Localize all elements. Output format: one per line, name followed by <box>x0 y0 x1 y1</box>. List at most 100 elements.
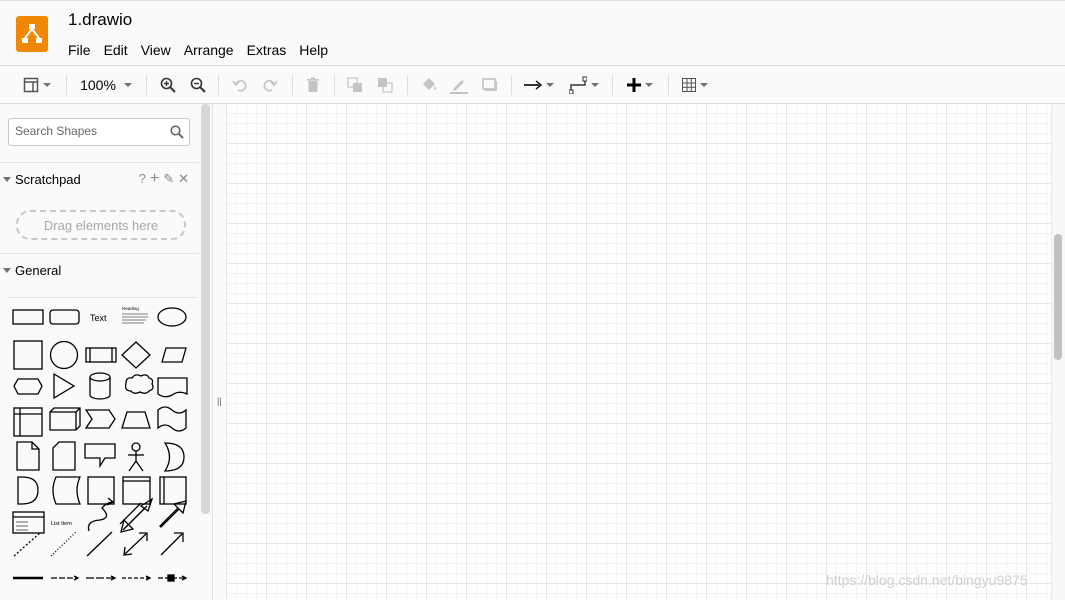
menu-file[interactable]: File <box>68 42 91 58</box>
to-back-button[interactable] <box>374 66 396 104</box>
shape-bidirectional-connector[interactable] <box>123 532 148 556</box>
shape-callout[interactable] <box>84 443 116 469</box>
chevron-down-icon <box>700 83 708 87</box>
shape-textbox[interactable]: Heading <box>122 306 148 324</box>
shape-or[interactable] <box>163 442 185 472</box>
diagram-canvas[interactable] <box>226 104 1051 600</box>
table-button[interactable] <box>677 66 713 104</box>
shape-link-arrow-3[interactable] <box>122 575 152 581</box>
zoom-in-icon <box>160 77 176 93</box>
shape-vertical-container[interactable] <box>159 476 187 505</box>
pencil-icon <box>450 80 468 94</box>
shape-text[interactable]: Text <box>90 313 107 323</box>
menu-edit[interactable]: Edit <box>104 42 128 58</box>
shapes-sidebar: Scratchpad ? + ✎ ✕ Drag elements here Ge… <box>0 104 212 600</box>
scratchpad-tools: ? + ✎ ✕ <box>139 171 189 187</box>
shape-parallelogram[interactable] <box>161 347 187 363</box>
splitter-grip-icon[interactable]: || <box>217 396 222 406</box>
redo-button[interactable] <box>259 66 281 104</box>
search-icon[interactable] <box>170 125 184 139</box>
shape-dotted-line[interactable] <box>50 531 77 557</box>
delete-button[interactable] <box>302 66 324 104</box>
shape-curve-arrow[interactable] <box>87 497 115 532</box>
shape-rectangle[interactable] <box>12 309 44 325</box>
chevron-down-icon <box>591 83 599 87</box>
waypoints-button[interactable] <box>566 66 602 104</box>
help-icon[interactable]: ? <box>139 172 146 186</box>
undo-button[interactable] <box>229 66 251 104</box>
expand-triangle-icon <box>3 177 11 182</box>
shape-rounded-rectangle[interactable] <box>49 309 80 325</box>
menu-help[interactable]: Help <box>299 42 328 58</box>
shape-directional-connector[interactable] <box>160 532 184 556</box>
shape-arrow[interactable] <box>159 500 187 528</box>
shape-diamond[interactable] <box>121 341 151 369</box>
shape-triangle[interactable] <box>53 372 76 400</box>
menu-arrange[interactable]: Arrange <box>184 42 234 58</box>
zoom-out-button[interactable] <box>187 66 209 104</box>
shape-actor[interactable] <box>128 442 144 472</box>
shape-step[interactable] <box>84 409 116 429</box>
shape-process[interactable] <box>85 347 117 363</box>
waypoint-connector-icon <box>569 76 587 94</box>
line-color-button[interactable] <box>448 66 470 104</box>
panel-layout-icon <box>23 77 39 93</box>
canvas-scroll-thumb[interactable] <box>1054 234 1062 360</box>
menu-view[interactable]: View <box>141 42 171 58</box>
general-title: General <box>15 263 62 278</box>
add-icon[interactable]: + <box>150 171 159 187</box>
shape-cloud[interactable] <box>124 374 154 394</box>
drawio-logo-icon <box>16 16 48 52</box>
shape-data-storage[interactable] <box>52 476 82 505</box>
shape-hexagon[interactable] <box>13 378 43 395</box>
shape-trapezoid[interactable] <box>121 411 151 429</box>
edit-icon[interactable]: ✎ <box>163 172 174 186</box>
table-icon <box>682 78 696 92</box>
zoom-in-button[interactable] <box>157 66 179 104</box>
arrow-right-icon <box>524 80 542 90</box>
to-front-button[interactable] <box>344 66 366 104</box>
shape-cylinder[interactable] <box>89 372 111 400</box>
shape-internal-storage[interactable] <box>13 407 43 437</box>
document-title[interactable]: 1.drawio <box>68 10 132 30</box>
format-panel-button[interactable] <box>18 66 56 104</box>
general-header[interactable]: General <box>0 253 199 287</box>
insert-button[interactable] <box>622 66 658 104</box>
zoom-dropdown[interactable]: 100% <box>76 66 136 104</box>
shape-link-arrow-1[interactable] <box>51 575 80 581</box>
shape-list[interactable] <box>12 511 45 534</box>
shadow-button[interactable] <box>479 66 501 104</box>
shape-card[interactable] <box>52 441 76 471</box>
general-shapes-grid: Text Heading List Item <box>8 297 198 600</box>
shape-link-arrow-2[interactable] <box>86 575 117 581</box>
shadow-icon <box>482 78 497 91</box>
sidebar-splitter[interactable] <box>212 104 226 600</box>
svg-text:Text: Text <box>90 313 107 323</box>
close-icon[interactable]: ✕ <box>178 172 189 186</box>
shape-dashed-line[interactable] <box>13 531 42 557</box>
shape-note[interactable] <box>16 441 40 471</box>
zoom-level: 100% <box>80 77 116 93</box>
shape-link-box-arrow[interactable] <box>158 574 188 582</box>
fill-color-button[interactable] <box>418 66 440 104</box>
menu-extras[interactable]: Extras <box>247 42 287 58</box>
shape-cube[interactable] <box>49 407 81 431</box>
paint-bucket-icon <box>423 78 436 90</box>
search-shapes-input[interactable] <box>15 124 165 138</box>
chevron-down-icon <box>43 83 51 87</box>
sidebar-scrollbar[interactable] <box>201 104 210 514</box>
shape-line[interactable] <box>86 531 113 557</box>
chevron-down-icon <box>123 83 132 87</box>
shape-square[interactable] <box>13 340 43 370</box>
shape-tape[interactable] <box>157 406 187 432</box>
connection-style-button[interactable] <box>521 66 557 104</box>
scratchpad-header[interactable]: Scratchpad ? + ✎ ✕ <box>0 162 199 196</box>
watermark: https://blog.csdn.net/bingyu9875 <box>826 572 1028 588</box>
shape-delay[interactable] <box>17 476 39 505</box>
shape-document[interactable] <box>157 377 188 398</box>
shape-ellipse[interactable] <box>157 307 187 327</box>
scratchpad-drop-zone[interactable]: Drag elements here <box>16 210 186 240</box>
shape-circle[interactable] <box>49 340 79 370</box>
shape-list-item[interactable]: List Item <box>51 521 72 527</box>
shape-container[interactable] <box>122 476 151 505</box>
